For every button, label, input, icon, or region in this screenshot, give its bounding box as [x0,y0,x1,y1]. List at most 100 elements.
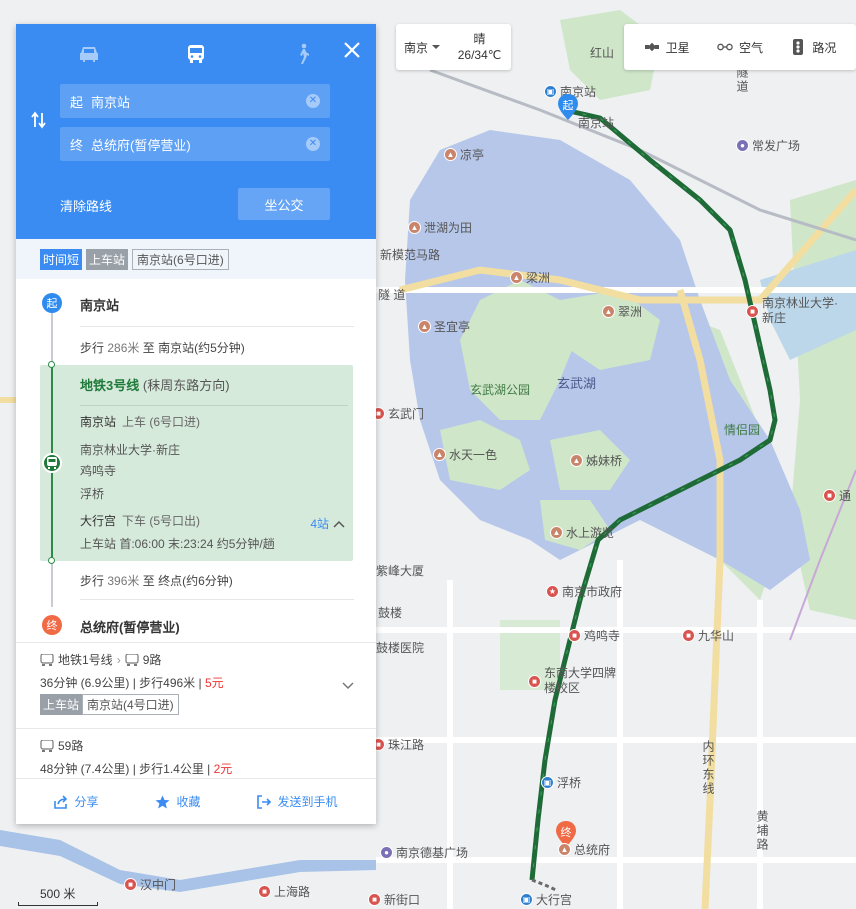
alternative-route[interactable]: 地铁1号线 › 9路 36分钟 (6.9公里) | 步行496米 | 5元 上车… [16,642,376,728]
walk-icon [299,43,309,64]
alt-summary: 48分钟 (7.4公里) | 步行1.4公里 | 2元 [40,762,233,776]
metro-stop: 鸡鸣寺 [80,464,117,478]
poi-cuizhou[interactable]: ▲ 翠洲 [602,303,642,320]
weather-widget[interactable]: 南京 晴 26/34℃ [396,24,511,70]
poi-fuqiao[interactable]: ▣ 浮桥 [541,774,581,791]
metro-stop: 南京林业大学·新庄 [80,443,180,457]
route-results[interactable]: 时间短 上车站 南京站(6号口进) 起 南京站 步行 286米 至 南京站(约5… [16,239,376,779]
government-icon: ★ [546,585,559,598]
metro-segment[interactable]: 地铁3号线 (秣周东路方向) 南京站 上车 (6号口进) 南京林业大学·新庄 鸡鸣… [40,365,353,561]
poi-zimei[interactable]: ▲ 姊妹桥 [570,452,622,469]
travel-mode-tabs [16,40,356,68]
poi-liangting[interactable]: ▲ 凉亭 [444,146,484,163]
tab-drive[interactable] [69,40,109,68]
route-panel: 起 南京站 ✕ 终 总统府(暂停营业) ✕ 清除路线 坐公交 时间短 上车站 南… [16,24,376,824]
divider [80,326,354,327]
scenic-icon: ▲ [602,305,615,318]
search-bus-button[interactable]: 坐公交 [238,188,330,220]
end-dot: 终 [42,615,62,635]
subway-icon: ▣ [541,776,554,789]
poi-zhujiang[interactable]: ■ 珠江路 [372,736,424,753]
poi-xuanwumen[interactable]: ■ 玄武门 [372,405,424,422]
poi-jiming[interactable]: ■ 鸡鸣寺 [568,627,620,644]
swap-icon [31,111,46,129]
car-icon [80,47,99,62]
poi-gov[interactable]: ★ 南京市政府 [546,583,622,600]
poi-xiehu[interactable]: ▲ 泄湖为田 [408,219,472,236]
poi-changfa[interactable]: ● 常发广场 [736,137,800,154]
poi-liangzhou[interactable]: ▲ 梁洲 [510,269,550,286]
scenic-icon: ▲ [433,448,446,461]
start-map-marker[interactable]: 起 [558,94,578,120]
swap-button[interactable] [28,110,50,130]
chevron-up-icon [333,520,345,528]
traffic-light-icon [790,39,806,55]
satellite-button[interactable]: 卫星 [644,39,690,56]
close-button[interactable] [342,40,362,60]
school-icon: ■ [746,304,759,318]
gate-icon: ■ [124,878,137,891]
clear-start-icon[interactable]: ✕ [306,94,320,108]
alt-routes: 地铁1号线 › 9路 [40,651,161,668]
chevron-right-icon: › [116,652,121,667]
poi-daxinggong[interactable]: ▣ 大行宫 [520,891,572,908]
bus-icon [187,45,204,63]
school-icon: ■ [823,489,836,502]
walk-step-2: 步行 396米 至 终点(约6分钟) [80,574,233,588]
label-gulou-hospital: 鼓楼医院 [376,641,425,655]
alternative-route[interactable]: 59路 48分钟 (7.4公里) | 步行1.4公里 | 2元 [16,728,376,779]
poi-forestry[interactable]: ■ 南京林业大学·新庄 [746,296,846,326]
scenic-icon: ▲ [510,271,523,284]
scenic-icon: ▲ [408,221,421,234]
end-field[interactable]: 终 总统府(暂停营业) ✕ [60,127,330,161]
poi-east-edge[interactable]: ■ 通 [823,487,851,504]
star-icon [155,795,170,808]
city-selector[interactable]: 南京 [396,39,448,56]
scenic-icon: ▲ [418,320,431,333]
tag-fastest: 时间短 [40,248,83,270]
clear-route-link[interactable]: 清除路线 [60,196,112,215]
poi-presidential[interactable]: ▲ 总统府 [558,841,610,858]
clear-end-icon[interactable]: ✕ [306,137,320,151]
scenic-icon: ▲ [444,148,457,161]
tab-walk[interactable] [283,40,323,68]
tab-bus[interactable] [176,40,216,68]
map-layer-toolbar: 卫星 空气 路况 [624,24,856,70]
poi-hanzhongmen[interactable]: ■ 汉中门 [124,876,176,893]
start-value: 南京站 [91,94,131,110]
metro-icon [42,453,62,473]
weather-temperature: 26/34℃ [457,48,502,62]
end-name: 总统府(暂停营业) [80,620,180,635]
poi-shuishang[interactable]: ▲ 水上游览 [550,524,614,541]
start-dot: 起 [42,293,62,313]
start-field[interactable]: 起 南京站 ✕ [60,84,330,118]
poi-shengyi[interactable]: ▲ 圣宜亭 [418,318,470,335]
close-icon [344,42,360,58]
air-quality-button[interactable]: 空气 [717,39,763,56]
bus-icon [40,739,54,752]
route-panel-header: 起 南京站 ✕ 终 总统府(暂停营业) ✕ 清除路线 坐公交 [16,24,376,239]
traffic-button[interactable]: 路况 [790,39,836,56]
road-icon: ■ [258,885,271,898]
send-to-phone-button[interactable]: 发送到手机 [257,793,338,810]
plan-tags: 时间短 上车站 南京站(6号口进) [16,239,376,279]
poi-deji[interactable]: ● 南京德基广场 [380,844,468,861]
route-timeline: 起 南京站 步行 286米 至 南京站(约5分钟) 地铁3号线 (秣周东路方向) [16,279,376,639]
poi-jiuhuashan[interactable]: ■ 九华山 [682,627,734,644]
stop-count-toggle[interactable]: 4站 [310,515,345,532]
divider [80,599,354,600]
start-name: 南京站 [80,298,120,313]
label-red-hill: 红山 [590,46,615,60]
poi-shuitian[interactable]: ▲ 水天一色 [433,446,497,463]
poi-xinjiekou[interactable]: ■ 新街口 [368,891,420,908]
alt-routes: 59路 [40,737,83,754]
poi-shanghai-rd[interactable]: ■ 上海路 [258,883,310,900]
tag-board: 上车站 [86,248,129,270]
share-button[interactable]: 分享 [54,793,99,810]
label-huangpu: 黄埔路 [755,810,769,852]
chevron-down-icon[interactable] [342,679,354,691]
poi-seu[interactable]: ■ 东南大学四牌楼校区 [528,666,616,696]
favorite-button[interactable]: 收藏 [155,793,201,810]
panel-footer: 分享 收藏 发送到手机 [16,778,376,824]
air-icon [717,39,733,55]
